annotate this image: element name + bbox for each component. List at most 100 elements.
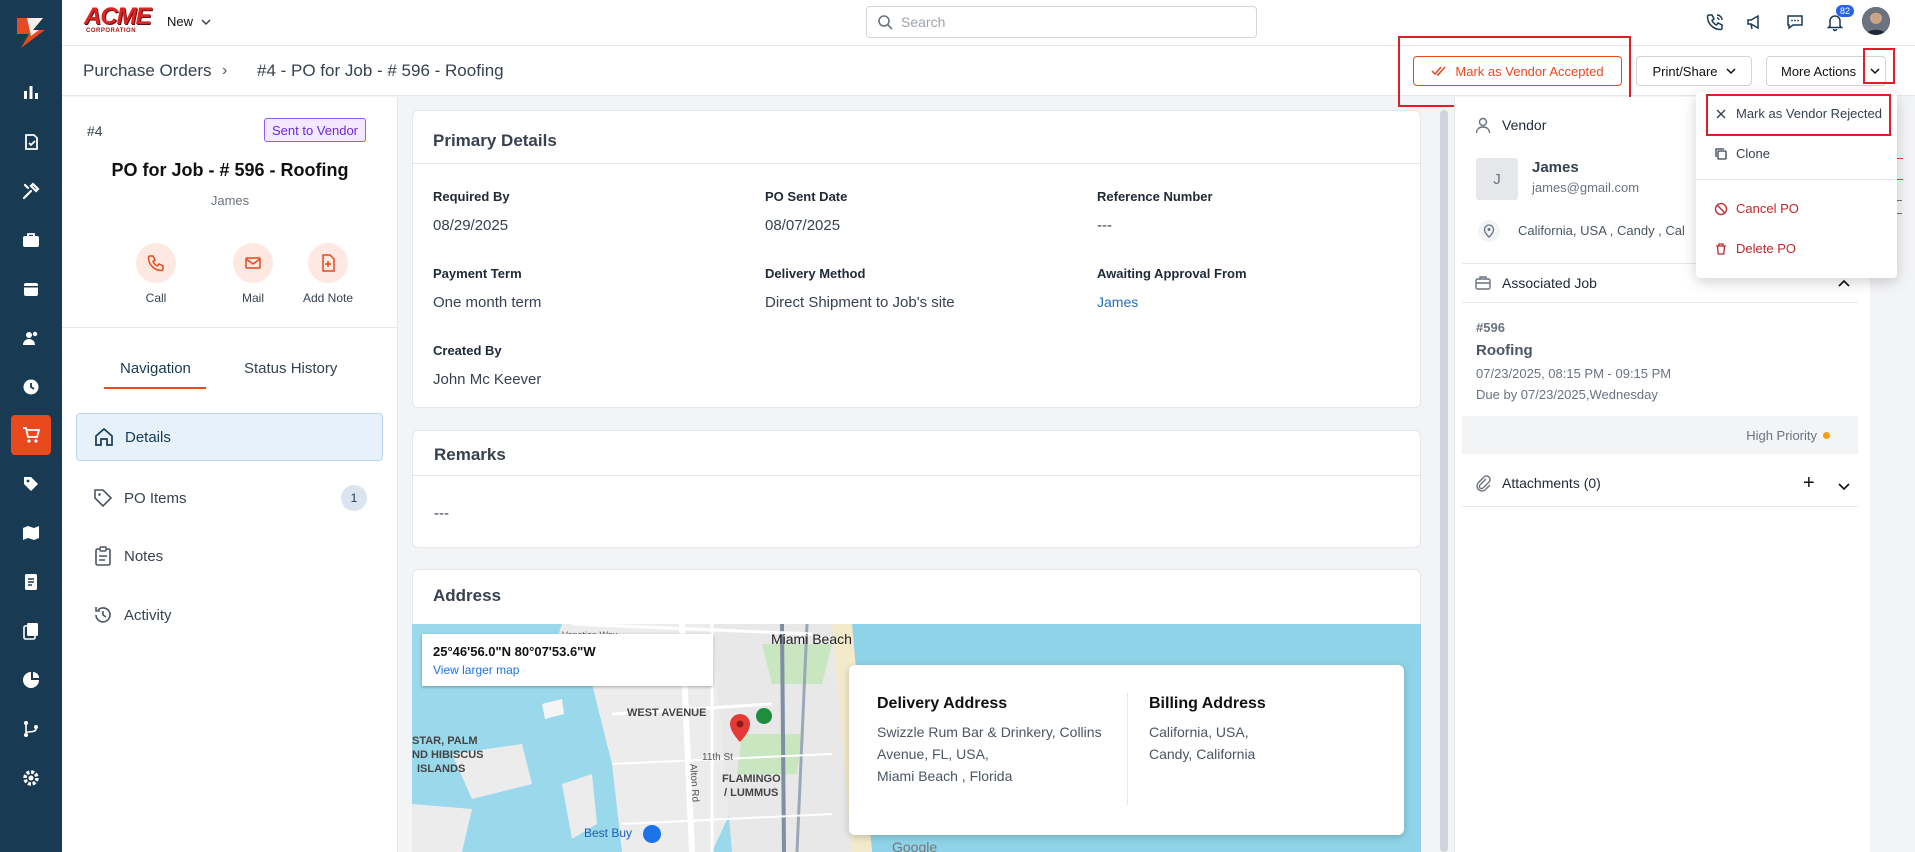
new-menu-label: New [167, 14, 194, 29]
nav-item-details[interactable]: Details [76, 413, 383, 461]
map-label-flamingo: FLAMINGO [722, 773, 781, 785]
nav-item-label: Activity [124, 606, 172, 624]
phone-icon[interactable] [1704, 11, 1726, 33]
delivery-method-value: Direct Shipment to Job's site [765, 294, 955, 311]
invoice-icon[interactable] [19, 570, 43, 594]
documents-icon[interactable] [19, 619, 43, 643]
nav-item-activity[interactable]: Activity [76, 591, 383, 639]
cart-icon[interactable] [11, 415, 51, 455]
nav-item-label: Details [125, 428, 171, 446]
paperclip-icon [1476, 475, 1491, 492]
chat-icon[interactable] [1784, 11, 1806, 33]
calendar-icon[interactable] [19, 277, 43, 301]
customers-icon[interactable] [19, 326, 43, 350]
billing-address-title: Billing Address [1149, 695, 1266, 712]
brand-logo[interactable]: ACME CORPORATION [84, 3, 152, 36]
mail-action[interactable]: Mail [223, 243, 283, 305]
add-attachment-plus-icon[interactable]: + [1803, 472, 1815, 495]
scrollbar[interactable] [1440, 110, 1448, 852]
breadcrumb-parent[interactable]: Purchase Orders [83, 61, 212, 81]
nav-item-notes[interactable]: Notes [76, 532, 383, 580]
delivery-line-2: Avenue, FL, USA, [877, 746, 989, 762]
po-sent-date-label: PO Sent Date [765, 189, 848, 204]
billing-line-1: California, USA, [1149, 724, 1249, 740]
view-larger-map-link[interactable]: View larger map [433, 663, 519, 677]
awaiting-approval-link[interactable]: James [1097, 294, 1138, 310]
call-label: Call [145, 291, 167, 305]
jobs-icon[interactable] [19, 228, 43, 252]
billing-address-lines: California, USA, Candy, California [1149, 721, 1255, 765]
menu-item-cancel-po[interactable]: Cancel PO [1714, 201, 1799, 216]
price-tag-icon[interactable] [19, 472, 43, 496]
address-details-card: Delivery Address Swizzle Rum Bar & Drink… [849, 665, 1404, 835]
chevron-right-icon: › [222, 62, 228, 79]
new-menu[interactable]: New [167, 14, 211, 29]
settings-gear-icon[interactable] [19, 766, 43, 790]
mail-icon [233, 243, 273, 283]
dashboard-icon[interactable] [19, 80, 43, 104]
remarks-card: Remarks --- [412, 430, 1421, 548]
search-box[interactable] [866, 6, 1257, 38]
chevron-down-icon[interactable] [1838, 480, 1850, 492]
more-actions-label: More Actions [1781, 63, 1857, 79]
chevron-down-icon [1725, 68, 1736, 75]
billing-line-2: Candy, California [1149, 746, 1256, 762]
map-label-west-avenue: WEST AVENUE [627, 707, 706, 719]
chevron-up-icon[interactable] [1838, 278, 1850, 290]
required-by-label: Required By [433, 189, 510, 204]
delivery-line-3: Miami Beach , Florida [877, 768, 1013, 784]
clock-icon[interactable] [19, 375, 43, 399]
breadcrumb-current: #4 - PO for Job - # 596 - Roofing [257, 61, 504, 80]
job-name[interactable]: Roofing [1476, 342, 1533, 359]
menu-item-label: Clone [1736, 146, 1770, 161]
priority-indicator: High Priority [1746, 428, 1830, 443]
map-label-google: Google [892, 839, 937, 852]
reports-pie-icon[interactable] [19, 668, 43, 692]
nav-item-label: PO Items [124, 489, 187, 507]
brand-name: ACME [84, 3, 152, 30]
highlight-vendor-rejected [1706, 94, 1891, 136]
tab-status-history[interactable]: Status History [244, 360, 337, 377]
active-tab-indicator [104, 387, 206, 389]
associated-job-title: Associated Job [1502, 275, 1597, 291]
map-label-11th-st: 11th St [702, 752, 733, 763]
search-input[interactable] [901, 14, 1231, 30]
attachments-header[interactable]: Attachments (0) [1474, 474, 1601, 492]
po-sent-date-value: 08/07/2025 [765, 217, 841, 234]
menu-item-label: Cancel PO [1736, 201, 1799, 216]
created-by-value: John Mc Keever [433, 371, 542, 388]
trash-icon [1716, 242, 1726, 255]
priority-dot-icon [1823, 432, 1830, 439]
divider [413, 475, 1420, 476]
po-items-count-badge: 1 [341, 485, 367, 511]
vendor-name: James [1532, 159, 1579, 176]
menu-item-delete-po[interactable]: Delete PO [1714, 241, 1796, 256]
status-badge: Sent to Vendor [264, 118, 367, 142]
workflow-icon[interactable] [19, 717, 43, 741]
vendor-section-title: Vendor [1502, 117, 1547, 133]
print-share-button[interactable]: Print/Share [1636, 56, 1752, 86]
history-icon [95, 607, 111, 623]
nav-item-po-items[interactable]: PO Items 1 [76, 474, 383, 522]
add-note-action[interactable]: Add Note [297, 243, 359, 305]
highlight-more-toggle [1863, 48, 1895, 84]
clipboard-icon [95, 546, 111, 566]
priority-label: High Priority [1746, 428, 1817, 443]
call-action[interactable]: Call [126, 243, 186, 305]
megaphone-icon[interactable] [1744, 11, 1766, 33]
phone-icon [136, 243, 176, 283]
tools-icon[interactable] [19, 179, 43, 203]
map-label-star-palm: STAR, PALM [412, 735, 478, 747]
associated-job-header[interactable]: Associated Job [1474, 274, 1597, 292]
map-icon[interactable] [19, 521, 43, 545]
po-number: #4 [87, 123, 103, 139]
requests-icon[interactable] [19, 130, 43, 154]
add-note-icon [308, 243, 348, 283]
print-share-label: Print/Share [1652, 63, 1718, 79]
ban-icon [1714, 202, 1728, 215]
tab-navigation[interactable]: Navigation [120, 360, 191, 377]
menu-item-clone[interactable]: Clone [1714, 146, 1770, 161]
po-vendor-name: James [210, 193, 250, 208]
app-logo-icon[interactable] [13, 14, 49, 52]
user-avatar[interactable] [1862, 7, 1890, 35]
